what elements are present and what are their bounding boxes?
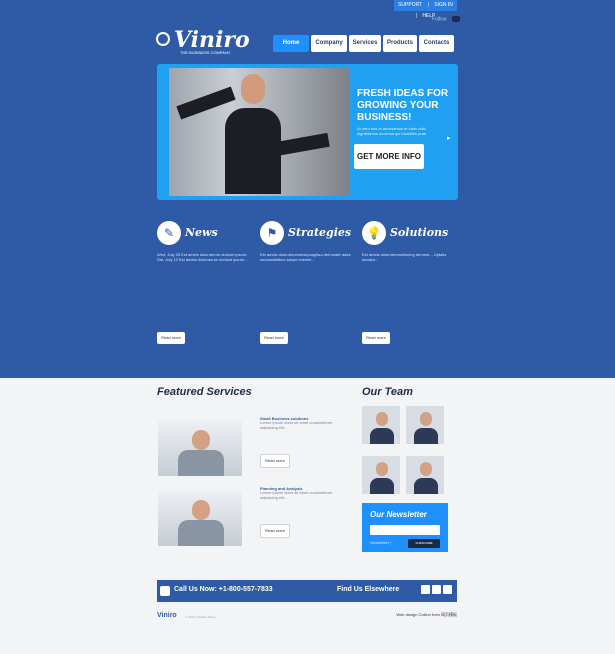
news-icon: ✎ xyxy=(157,221,181,245)
footer-social-icons xyxy=(421,585,452,594)
hero-image xyxy=(169,68,349,196)
featured-services-title: Featured Services xyxy=(157,386,252,398)
news-title: News xyxy=(185,226,218,239)
google-plus-icon[interactable] xyxy=(443,585,452,594)
phone-icon xyxy=(160,586,170,596)
newsletter-input[interactable] xyxy=(370,525,440,535)
newsletter-label: Newsletter | xyxy=(370,540,392,545)
separator: | xyxy=(415,13,417,19)
news-read-more-button[interactable]: Read more xyxy=(157,332,185,344)
feature-image xyxy=(158,490,242,546)
newsletter-box: Our Newsletter Newsletter | SUBSCRIBE xyxy=(362,503,448,552)
strategies-title: Strategies xyxy=(288,226,352,239)
support-link[interactable]: SUPPORT xyxy=(396,2,424,8)
our-team-title: Our Team xyxy=(362,386,413,398)
nav-home[interactable]: Home xyxy=(273,35,309,52)
hero-banner: FRESH IDEAS FOR GROWING YOUR BUSINESS! A… xyxy=(157,64,458,200)
team-member-photo[interactable] xyxy=(406,406,444,444)
logo-tagline: THE BUSINESS COMPANY xyxy=(180,50,231,55)
feature-text: Lorem ipsum dolor sit amet consectetuer … xyxy=(260,490,333,500)
copyright: © 2013 | Privacy Policy xyxy=(185,615,216,619)
hero-title: FRESH IDEAS FOR GROWING YOUR BUSINESS! xyxy=(357,88,449,123)
feature-read-more-button[interactable]: Read more xyxy=(260,524,290,538)
utility-links[interactable]: SUPPORT | SIGN IN | HELP xyxy=(394,0,457,19)
nav-products[interactable]: Products xyxy=(383,35,417,52)
footer-contact-bar: Call Us Now: +1-800-557-7833 Find Us Els… xyxy=(157,580,457,602)
feature-image xyxy=(158,420,242,476)
team-member-photo[interactable] xyxy=(406,456,444,494)
team-member-photo[interactable] xyxy=(362,406,400,444)
strategies-icon: ⚑ xyxy=(260,221,284,245)
signin-link[interactable]: SIGN IN xyxy=(432,2,455,8)
feature-text: Lorem ipsum dolor sit amet consectetuer … xyxy=(260,420,333,430)
footer-credit: Web design Collect from 网页模板 xyxy=(396,612,457,617)
hero-text: At vero eos et accusamus et iusto odio d… xyxy=(357,126,427,136)
feature-read-more-button[interactable]: Read more xyxy=(260,454,290,468)
find-us-text: Find Us Elsewhere xyxy=(337,586,400,593)
strategies-text: Est ameis dolornerumobsxpuqqfsul dernora… xyxy=(260,252,351,262)
team-member-photo[interactable] xyxy=(362,456,400,494)
call-us-text: Call Us Now: +1-800-557-7833 xyxy=(174,586,273,593)
solutions-read-more-button[interactable]: Read more xyxy=(362,332,390,344)
solutions-icon: 💡 xyxy=(362,221,386,245)
social-icon[interactable] xyxy=(421,585,430,594)
slider-arrow-icon[interactable]: ▸ xyxy=(447,134,451,142)
bottom-footer: Viniro © 2013 | Privacy Policy Web desig… xyxy=(157,612,457,622)
strategies-read-more-button[interactable]: Read more xyxy=(260,332,288,344)
nav-services[interactable]: Services xyxy=(349,35,381,52)
footer-brand[interactable]: Viniro xyxy=(157,612,177,619)
news-text: Wed, July 28 Est ameis dolornerum obdiun… xyxy=(157,252,250,262)
solutions-text: Est ameis dolornerumobisimg derume... Up… xyxy=(362,252,447,262)
main-nav: Home Company Services Products Contacts xyxy=(273,35,454,52)
solutions-title: Solutions xyxy=(390,226,449,239)
nav-contacts[interactable]: Contacts xyxy=(419,35,454,52)
subscribe-button[interactable]: SUBSCRIBE xyxy=(408,539,440,548)
get-more-info-button[interactable]: GET MORE INFO xyxy=(354,144,424,169)
newsletter-title: Our Newsletter xyxy=(370,510,427,519)
nav-company[interactable]: Company xyxy=(311,35,347,52)
social-icon[interactable] xyxy=(451,16,460,22)
logo-icon xyxy=(156,32,170,46)
top-social[interactable]: Follow xyxy=(432,16,460,22)
follow-label: Follow xyxy=(432,16,447,23)
facebook-icon[interactable] xyxy=(432,585,441,594)
separator: | xyxy=(427,2,429,8)
